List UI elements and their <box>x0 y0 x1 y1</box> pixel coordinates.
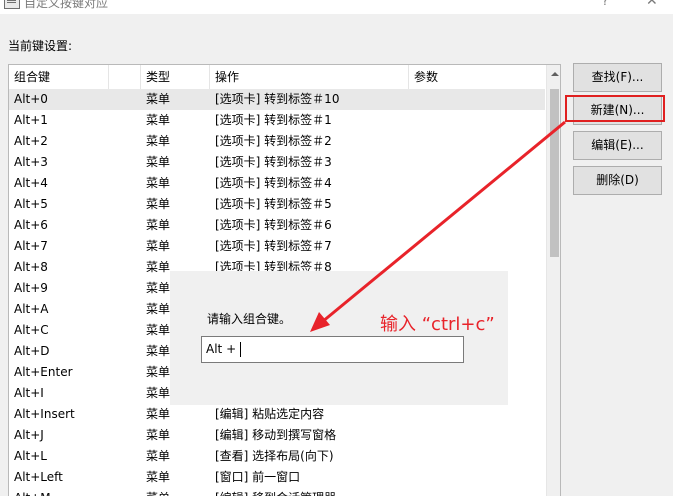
key-combo-input[interactable]: Alt + <box>201 336 464 363</box>
find-button[interactable]: 查找(F)... <box>573 63 662 92</box>
title-bar: 自定义按键对应 ? ✕ <box>0 0 673 14</box>
cell-key: Alt+1 <box>14 113 48 127</box>
cell-action: [选项卡] 转到标签＃3 <box>215 155 332 169</box>
cell-action: [查看] 选择布局(向下) <box>215 449 334 463</box>
scroll-thumb[interactable] <box>550 89 559 257</box>
cell-type: 菜单 <box>146 197 171 211</box>
cell-type: 菜单 <box>146 449 171 463</box>
table-row[interactable]: Alt+3 菜单 [选项卡] 转到标签＃3 <box>9 152 545 173</box>
cell-type: 菜单 <box>146 92 171 106</box>
cell-action: [编辑] 粘贴选定内容 <box>215 407 325 421</box>
cell-action: [选项卡] 转到标签＃2 <box>215 134 332 148</box>
table-row[interactable]: Alt+0 菜单 [选项卡] 转到标签＃10 <box>9 89 545 110</box>
column-header-action[interactable]: 操作 <box>210 65 409 89</box>
popup-prompt: 请输入组合键。 <box>207 312 292 326</box>
cell-type: 菜单 <box>146 155 171 169</box>
cell-key: Alt+J <box>14 428 44 442</box>
column-header-key[interactable]: 组合键 <box>9 65 109 89</box>
column-header-type[interactable]: 类型 <box>141 65 210 89</box>
cell-key: Alt+A <box>14 302 49 316</box>
text-caret <box>240 342 242 357</box>
edit-button[interactable]: 编辑(E)... <box>573 131 662 160</box>
table-row[interactable]: Alt+5 菜单 [选项卡] 转到标签＃5 <box>9 194 545 215</box>
cell-action: [编辑] 移动到撰写窗格 <box>215 428 337 442</box>
cell-key: Alt+6 <box>14 218 48 232</box>
vertical-scrollbar[interactable] <box>546 65 560 496</box>
cell-type: 菜单 <box>146 428 171 442</box>
cell-type: 菜单 <box>146 239 171 253</box>
table-row[interactable]: Alt+L 菜单 [查看] 选择布局(向下) <box>9 446 545 467</box>
cell-key: Alt+9 <box>14 281 48 295</box>
cell-key: Alt+8 <box>14 260 48 274</box>
scroll-up-icon[interactable] <box>551 72 559 76</box>
cell-key: Alt+I <box>14 386 44 400</box>
keyboard-icon <box>4 0 20 9</box>
key-input-popup: 请输入组合键。 Alt + <box>170 271 508 405</box>
cell-action: [窗口] 前一窗口 <box>215 470 301 484</box>
table-row[interactable]: Alt+2 菜单 [选项卡] 转到标签＃2 <box>9 131 545 152</box>
annotation-text: 输入 “ctrl+c” <box>380 314 495 335</box>
cell-key: Alt+2 <box>14 134 48 148</box>
cell-key: Alt+3 <box>14 155 48 169</box>
table-row[interactable]: Alt+6 菜单 [选项卡] 转到标签＃6 <box>9 215 545 236</box>
key-combo-value: Alt + <box>206 342 237 356</box>
cell-action: [选项卡] 转到标签＃7 <box>215 239 332 253</box>
cell-key: Alt+0 <box>14 92 48 106</box>
cell-action: [选项卡] 转到标签＃6 <box>215 218 332 232</box>
cell-key: Alt+7 <box>14 239 48 253</box>
list-header: 组合键 类型 操作 参数 <box>9 65 545 90</box>
cell-type: 菜单 <box>146 113 171 127</box>
cell-key: Alt+Insert <box>14 407 75 421</box>
cell-action: [选项卡] 转到标签＃4 <box>215 176 332 190</box>
cell-type: 菜单 <box>146 218 171 232</box>
table-row[interactable]: Alt+7 菜单 [选项卡] 转到标签＃7 <box>9 236 545 257</box>
cell-action: [编辑] 移到会话管理器 <box>210 488 405 496</box>
cell-action: [选项卡] 转到标签＃10 <box>215 92 340 106</box>
table-row[interactable]: Alt+J 菜单 [编辑] 移动到撰写窗格 <box>9 425 545 446</box>
table-row[interactable]: Alt+M 菜单 [编辑] 移到会话管理器 <box>9 488 545 496</box>
table-row[interactable]: Alt+Left 菜单 [窗口] 前一窗口 <box>9 467 545 488</box>
table-row[interactable]: Alt+Insert 菜单 [编辑] 粘贴选定内容 <box>9 404 545 425</box>
cell-key: Alt+D <box>14 344 50 358</box>
cell-key: Alt+M <box>9 488 134 496</box>
column-header-param[interactable]: 参数 <box>409 65 545 89</box>
table-row[interactable]: Alt+4 菜单 [选项卡] 转到标签＃4 <box>9 173 545 194</box>
cell-key: Alt+C <box>14 323 49 337</box>
cell-key: Alt+5 <box>14 197 48 211</box>
cell-type: 菜单 <box>146 176 171 190</box>
cell-action: [选项卡] 转到标签＃1 <box>215 113 332 127</box>
cell-key: Alt+Left <box>14 470 63 484</box>
cell-key: Alt+L <box>14 449 47 463</box>
current-keys-label: 当前键设置: <box>8 39 73 53</box>
cell-type: 菜单 <box>141 488 206 496</box>
close-button[interactable]: ✕ <box>646 0 658 9</box>
new-button-highlight <box>565 95 665 122</box>
cell-type: 菜单 <box>146 134 171 148</box>
table-row[interactable]: Alt+1 菜单 [选项卡] 转到标签＃1 <box>9 110 545 131</box>
cell-key: Alt+Enter <box>14 365 73 379</box>
cell-type: 菜单 <box>146 407 171 421</box>
help-button[interactable]: ? <box>602 0 608 8</box>
cell-key: Alt+4 <box>14 176 48 190</box>
cell-action: [选项卡] 转到标签＃5 <box>215 197 332 211</box>
delete-button[interactable]: 删除(D) <box>573 166 662 195</box>
window-title: 自定义按键对应 <box>24 0 109 10</box>
cell-type: 菜单 <box>146 470 171 484</box>
column-header-spacer <box>109 65 141 89</box>
